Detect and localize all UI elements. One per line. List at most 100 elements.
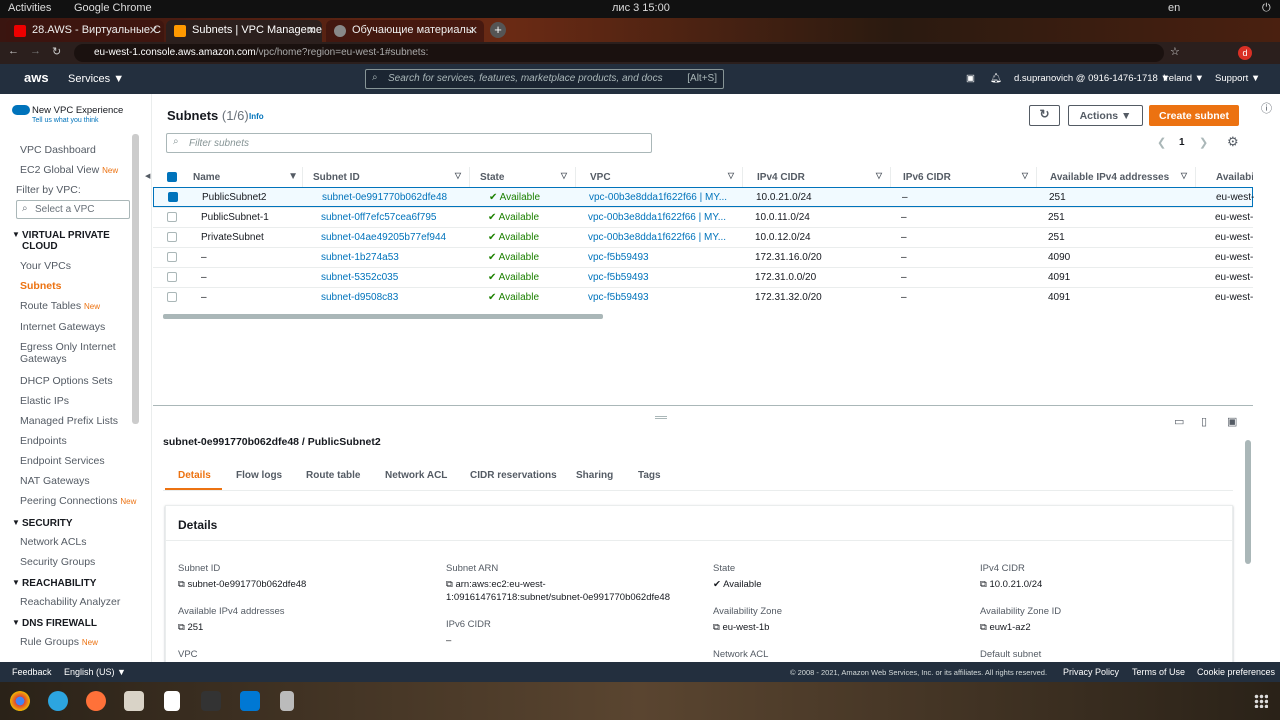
detail-scrollbar[interactable] — [1245, 440, 1251, 564]
table-row[interactable]: – subnet-d9508c83 ✔ Available vpc-f5b59493 1… — [153, 287, 1253, 307]
vscode-icon[interactable] — [240, 691, 260, 711]
subnet-filter-input[interactable]: ⌕ Filter subnets — [166, 133, 652, 153]
tab-subnets[interactable]: Subnets | VPC Manageme ✕ — [166, 20, 322, 42]
cell-id[interactable]: subnet-d9508c83 — [321, 292, 398, 303]
cell-vpc[interactable]: vpc-00b3e8dda1f622f66 | MY... — [589, 192, 731, 203]
sidebar-item-security-groups[interactable]: Security Groups — [20, 556, 95, 568]
col-state[interactable]: State ▽ — [480, 167, 576, 187]
clock[interactable]: лис 3 15:00 — [612, 2, 670, 14]
cell-vpc[interactable]: vpc-00b3e8dda1f622f66 | MY... — [588, 212, 730, 223]
refresh-button[interactable]: ↻ — [1029, 105, 1060, 126]
feedback-button[interactable]: Feedback — [12, 667, 52, 677]
ipv4-value[interactable]: ⧉ 10.0.21.0/24 — [980, 579, 1042, 590]
cell-id[interactable]: subnet-5352c035 — [321, 272, 398, 283]
section-security[interactable]: ▼ SECURITY — [12, 518, 73, 529]
section-dns-firewall[interactable]: ▼ DNS FIREWALL — [12, 618, 97, 629]
sidebar-item-egress-gateways[interactable]: Egress Only Internet Gateways — [20, 341, 120, 365]
table-horizontal-scrollbar[interactable] — [163, 314, 603, 319]
table-row[interactable]: PublicSubnet-1 subnet-0ff7efc57cea6f795 ✔ … — [153, 207, 1253, 227]
copy-icon[interactable]: ⧉ — [446, 579, 453, 590]
gear-icon[interactable]: ⚙ — [1227, 134, 1239, 150]
sidebar-item-dhcp[interactable]: DHCP Options Sets — [20, 375, 113, 387]
info-panel-icon[interactable]: ⓘ — [1261, 100, 1272, 116]
col-subnet-id[interactable]: Subnet ID ▽ — [313, 167, 470, 187]
cell-vpc[interactable]: vpc-f5b59493 — [588, 292, 730, 303]
tab-materials[interactable]: Обучающие материалы ✕ — [326, 20, 484, 42]
copy-icon[interactable]: ⧉ — [178, 622, 185, 633]
actions-button[interactable]: Actions ▼ — [1068, 105, 1143, 126]
language-menu[interactable]: English (US) ▼ — [64, 667, 126, 677]
tab-sharing[interactable]: Sharing — [576, 470, 613, 481]
new-tab-button[interactable]: + — [490, 22, 506, 38]
new-vpc-toggle[interactable] — [12, 105, 30, 115]
sidebar-item-your-vpcs[interactable]: Your VPCs — [20, 260, 71, 272]
aws-logo[interactable]: aws — [24, 70, 49, 85]
row-checkbox[interactable] — [167, 292, 177, 302]
section-vpc[interactable]: ▼ VIRTUAL PRIVATE CLOUD — [12, 230, 132, 252]
app-grid-icon[interactable] — [1254, 694, 1268, 708]
tab-tags[interactable]: Tags — [638, 470, 661, 481]
cookies-link[interactable]: Cookie preferences — [1197, 667, 1275, 677]
table-row[interactable]: PrivateSubnet subnet-04ae49205b77ef944 ✔ A… — [153, 227, 1253, 247]
activities-button[interactable]: Activities — [8, 2, 51, 14]
cell-id[interactable]: subnet-04ae49205b77ef944 — [321, 232, 446, 243]
sidebar-item-internet-gateways[interactable]: Internet Gateways — [20, 321, 105, 333]
copy-icon[interactable]: ⧉ — [980, 622, 987, 633]
feedback-link[interactable]: Tell us what you think — [32, 117, 99, 124]
resize-handle[interactable] — [655, 416, 667, 419]
power-icon[interactable]: ⏻ — [1262, 2, 1271, 15]
col-ipv4-cidr[interactable]: IPv4 CIDR ▽ — [757, 167, 891, 187]
star-icon[interactable]: ☆ — [1170, 45, 1180, 58]
tab-details[interactable]: Details — [178, 470, 211, 481]
select-all-checkbox[interactable] — [167, 172, 177, 182]
close-icon[interactable]: ✕ — [149, 24, 158, 37]
subnet-arn-value[interactable]: ⧉ arn:aws:ec2:eu-west- — [446, 579, 546, 590]
files-icon[interactable] — [124, 691, 144, 711]
sidebar-item-ec2-global[interactable]: EC2 Global View New — [20, 164, 118, 176]
info-link[interactable]: Info — [249, 112, 264, 121]
vpc-filter-select[interactable]: ⌕ Select a VPC — [16, 200, 130, 219]
sidebar-item-elastic-ips[interactable]: Elastic IPs — [20, 395, 69, 407]
sidebar-item-peering[interactable]: Peering Connections New — [20, 495, 136, 507]
support-menu[interactable]: Support ▼ — [1215, 73, 1260, 84]
cell-id[interactable]: subnet-1b274a53 — [321, 252, 399, 263]
subnet-id-value[interactable]: ⧉ subnet-0e991770b062dfe48 — [178, 579, 306, 590]
sidebar-item-dashboard[interactable]: VPC Dashboard — [20, 144, 96, 156]
keyboard-layout[interactable]: en — [1168, 2, 1180, 14]
section-reachability[interactable]: ▼ REACHABILITY — [12, 578, 96, 589]
copy-icon[interactable]: ⧉ — [178, 579, 185, 590]
chrome-icon[interactable] — [10, 691, 30, 711]
sidebar-item-reachability-analyzer[interactable]: Reachability Analyzer — [20, 596, 120, 608]
copy-icon[interactable]: ⧉ — [713, 622, 720, 633]
row-checkbox[interactable] — [167, 212, 177, 222]
cloudshell-icon[interactable]: ▣ — [966, 73, 975, 84]
tab-network-acl[interactable]: Network ACL — [385, 470, 447, 481]
page-number[interactable]: 1 — [1179, 137, 1185, 148]
telegram-icon[interactable] — [48, 691, 68, 711]
close-icon[interactable]: ✕ — [307, 24, 316, 37]
sidebar-item-endpoints[interactable]: Endpoints — [20, 435, 67, 447]
close-icon[interactable]: ✕ — [469, 24, 478, 37]
table-row[interactable]: – subnet-1b274a53 ✔ Available vpc-f5b59493 1… — [153, 247, 1253, 267]
region-menu[interactable]: Ireland ▼ — [1163, 73, 1204, 84]
bell-icon[interactable]: 🔔︎ — [990, 73, 1002, 84]
split-off-icon[interactable]: ▣ — [1227, 415, 1237, 428]
account-menu[interactable]: d.supranovich @ 0916-1476-1718 ▼ — [1014, 73, 1170, 84]
profile-avatar[interactable]: d — [1238, 46, 1252, 60]
create-subnet-button[interactable]: Create subnet — [1149, 105, 1239, 126]
prev-page-icon[interactable]: ❮ — [1157, 136, 1166, 149]
col-ipv6-cidr[interactable]: IPv6 CIDR ▽ — [903, 167, 1037, 187]
url-bar[interactable]: eu-west-1.console.aws.amazon.com/vpc/hom… — [74, 44, 1164, 62]
privacy-link[interactable]: Privacy Policy — [1063, 667, 1119, 677]
tab-flow-logs[interactable]: Flow logs — [236, 470, 282, 481]
col-availability-zone[interactable]: Availabi — [1216, 167, 1253, 187]
sidebar-item-endpoint-services[interactable]: Endpoint Services — [20, 455, 105, 467]
forward-icon[interactable]: → — [30, 45, 41, 57]
col-vpc[interactable]: VPC ▽ — [590, 167, 743, 187]
sidebar-item-nat-gateways[interactable]: NAT Gateways — [20, 475, 90, 487]
cell-id[interactable]: subnet-0ff7efc57cea6f795 — [321, 212, 436, 223]
sidebar-item-route-tables[interactable]: Route Tables New — [20, 300, 100, 312]
next-page-icon[interactable]: ❯ — [1199, 136, 1208, 149]
tab-cidr-reservations[interactable]: CIDR reservations — [470, 470, 557, 481]
cell-vpc[interactable]: vpc-f5b59493 — [588, 272, 730, 283]
